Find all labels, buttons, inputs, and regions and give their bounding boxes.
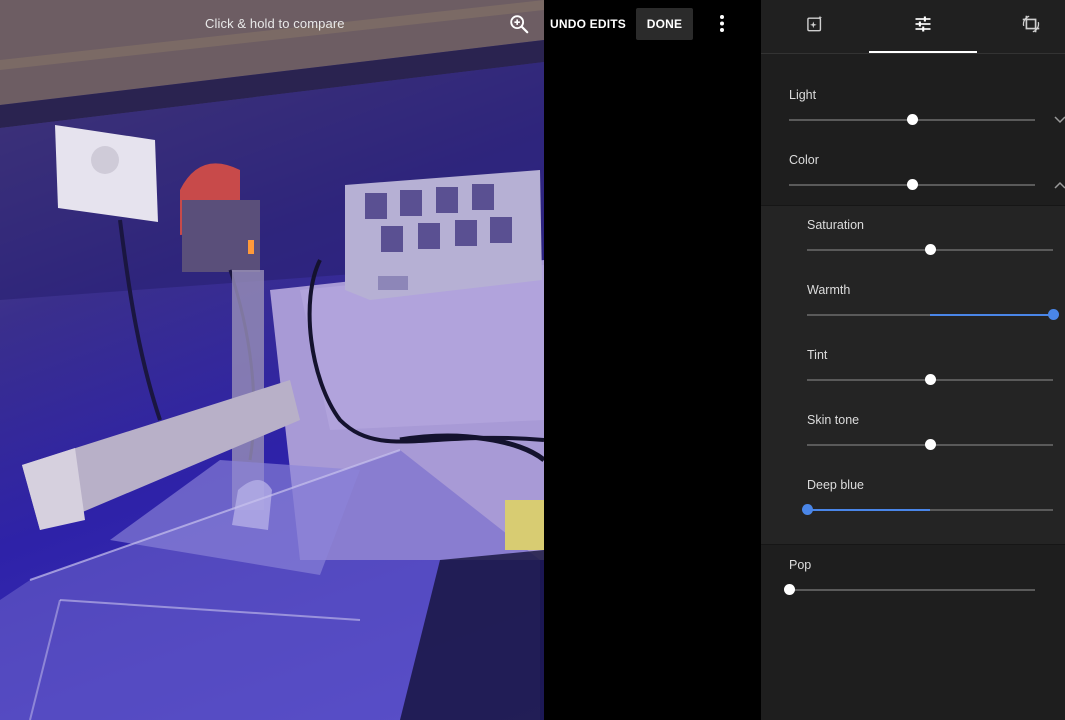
warmth-label: Warmth bbox=[807, 283, 851, 297]
slider-thumb[interactable] bbox=[1047, 309, 1059, 320]
edit-panel: Light Color Saturation Warmth Tint Skin … bbox=[761, 0, 1065, 720]
slider-thumb[interactable] bbox=[924, 439, 936, 450]
skin-tone-label: Skin tone bbox=[807, 413, 860, 427]
tint-slider[interactable] bbox=[807, 373, 1053, 387]
tab-auto-enhance[interactable] bbox=[761, 0, 869, 53]
slider-thumb[interactable] bbox=[924, 244, 936, 255]
pop-label: Pop bbox=[789, 558, 812, 572]
edit-tabbar bbox=[761, 0, 1065, 54]
tab-adjust[interactable] bbox=[869, 0, 977, 53]
photo-preview[interactable]: Click & hold to compare bbox=[0, 0, 544, 720]
done-button[interactable]: DONE bbox=[636, 8, 693, 40]
color-subpanel: Saturation Warmth Tint Skin tone Deep bl… bbox=[761, 205, 1065, 545]
slider-thumb[interactable] bbox=[906, 179, 918, 190]
color-slider[interactable] bbox=[789, 178, 1035, 192]
skin-tone-slider[interactable] bbox=[807, 438, 1053, 452]
tune-sliders-icon bbox=[913, 14, 933, 39]
photo-image bbox=[0, 0, 544, 720]
slider-thumb[interactable] bbox=[801, 504, 813, 515]
more-vert-icon[interactable] bbox=[712, 12, 732, 36]
active-tab-indicator bbox=[869, 51, 977, 53]
light-slider[interactable] bbox=[789, 113, 1035, 127]
deep-blue-slider[interactable] bbox=[801, 503, 1053, 517]
zoom-in-icon[interactable] bbox=[508, 13, 530, 35]
saturation-slider[interactable] bbox=[807, 243, 1053, 257]
compare-hint: Click & hold to compare bbox=[205, 16, 345, 31]
auto-enhance-icon bbox=[805, 14, 825, 39]
slider-thumb[interactable] bbox=[906, 114, 918, 125]
undo-edits-button[interactable]: UNDO EDITS bbox=[548, 8, 628, 40]
slider-thumb[interactable] bbox=[783, 584, 795, 595]
warmth-slider[interactable] bbox=[807, 308, 1059, 322]
deep-blue-label: Deep blue bbox=[807, 478, 864, 492]
tint-label: Tint bbox=[807, 348, 828, 362]
saturation-label: Saturation bbox=[807, 218, 864, 232]
light-label: Light bbox=[789, 88, 817, 102]
chevron-up-icon[interactable] bbox=[1053, 178, 1065, 192]
crop-rotate-icon bbox=[1020, 13, 1042, 40]
color-label: Color bbox=[789, 153, 819, 167]
chevron-down-icon[interactable] bbox=[1053, 113, 1065, 127]
slider-thumb[interactable] bbox=[924, 374, 936, 385]
pop-slider[interactable] bbox=[783, 583, 1035, 597]
tab-crop-rotate[interactable] bbox=[977, 0, 1065, 53]
